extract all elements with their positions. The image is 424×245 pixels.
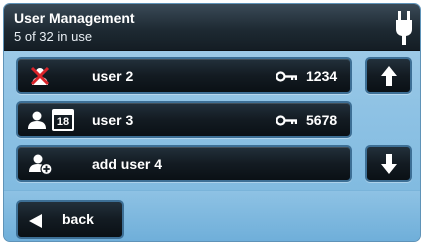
calendar-icon: 18 <box>52 109 74 131</box>
users-in-use-count: 5 of 32 in use <box>14 29 93 44</box>
add-user-button[interactable]: add user 4 <box>16 145 352 182</box>
key-icon <box>276 115 297 126</box>
user-management-screen: User Management 5 of 32 in use user 2 12… <box>3 3 421 242</box>
scroll-up-button[interactable] <box>365 57 412 94</box>
user-list-item-user-3[interactable]: 18 user 3 5678 <box>16 101 352 138</box>
user-list-item-user-2[interactable]: user 2 1234 <box>16 57 352 94</box>
scroll-down-button[interactable] <box>365 145 412 182</box>
add-user-label: add user 4 <box>92 156 163 172</box>
user-disabled-icon <box>30 66 50 86</box>
user-icon <box>28 111 46 129</box>
user-pin-code: 1234 <box>306 68 338 84</box>
footer-bar: back <box>4 190 420 241</box>
power-plug-icon <box>396 11 412 45</box>
key-icon <box>276 71 297 82</box>
back-button-label: back <box>62 211 94 227</box>
user-list-item-label: user 2 <box>92 68 134 84</box>
arrow-down-icon <box>381 154 397 174</box>
add-user-icon <box>29 154 53 175</box>
back-button[interactable]: back <box>16 200 124 239</box>
calendar-day: 18 <box>56 116 70 128</box>
page-title: User Management <box>14 10 135 26</box>
arrow-left-icon <box>29 214 42 228</box>
user-pin-code: 5678 <box>306 112 338 128</box>
user-list-item-label: user 3 <box>92 112 134 128</box>
header-bar: User Management 5 of 32 in use <box>4 4 420 51</box>
arrow-up-icon <box>381 66 397 86</box>
